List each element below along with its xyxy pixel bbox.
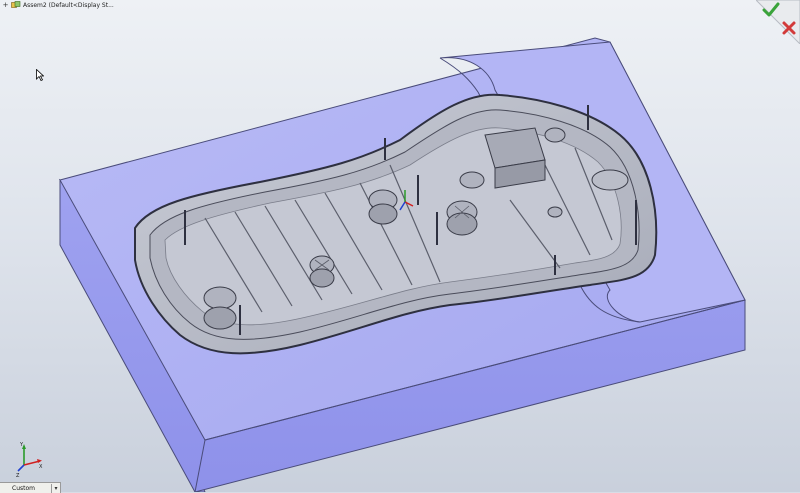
view-dropdown-button[interactable]: ▾ <box>51 483 60 493</box>
triad-x-label: X <box>39 464 43 470</box>
reference-triad: Y X Z <box>16 442 43 477</box>
triad-x-axis <box>23 460 41 466</box>
green-checkmark-icon <box>762 2 780 17</box>
mouse-cursor-icon <box>36 69 44 81</box>
triad-z-axis <box>17 464 25 472</box>
mold-model[interactable] <box>0 0 800 492</box>
view-orientation-bar[interactable]: Custom ▾ <box>0 482 61 493</box>
ok-button[interactable] <box>762 1 780 19</box>
confirmation-corner <box>756 0 800 44</box>
assembly-label: Assem2 (Default<Display St... <box>23 1 114 9</box>
chevron-down-icon: ▾ <box>54 484 58 492</box>
assembly-icon <box>11 1 21 8</box>
triad-z-label: Z <box>16 473 20 477</box>
feature-tree-item[interactable]: + Assem2 (Default<Display St... <box>2 0 114 10</box>
red-x-icon <box>782 21 796 35</box>
graphics-area[interactable]: + Assem2 (Default<Display St... Y X Z Cu… <box>0 0 800 493</box>
cancel-button[interactable] <box>780 19 798 37</box>
view-orientation-label: Custom <box>12 484 35 492</box>
expand-icon[interactable]: + <box>2 1 9 9</box>
